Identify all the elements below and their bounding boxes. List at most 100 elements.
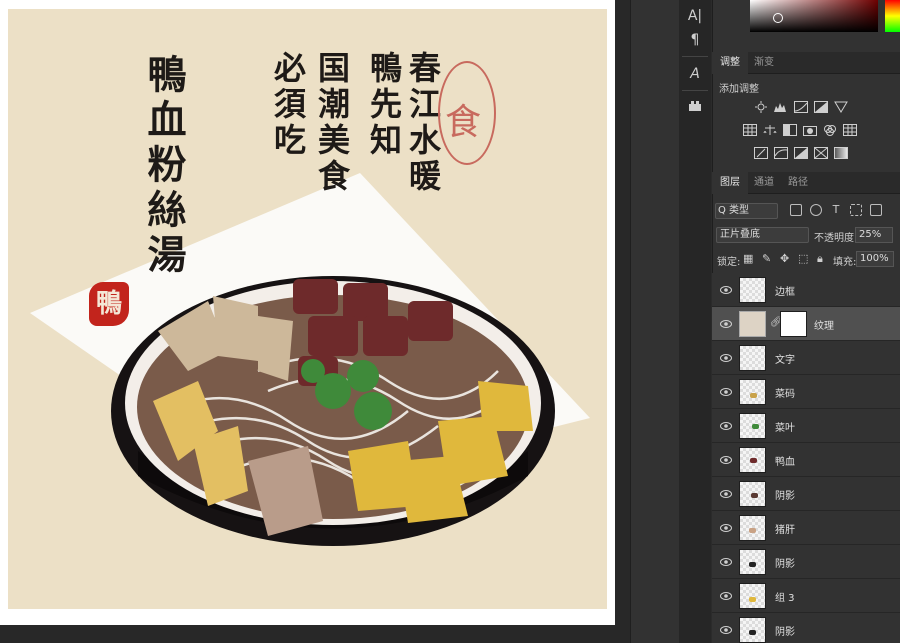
eye-icon[interactable] xyxy=(720,284,732,296)
eye-icon[interactable] xyxy=(720,624,732,636)
lock-artboard-icon[interactable]: ⬚ xyxy=(798,252,808,265)
layer-row[interactable]: 猪肝 xyxy=(712,511,900,545)
layer-thumbnail xyxy=(739,311,766,337)
layer-row[interactable]: 文字 xyxy=(712,341,900,375)
eye-icon[interactable] xyxy=(720,318,732,330)
layer-thumbnail xyxy=(739,345,766,371)
tab-layers[interactable]: 图层 xyxy=(712,172,748,194)
character-panel-icon[interactable]: A| xyxy=(680,4,710,28)
lock-transparency-icon[interactable]: ▦ xyxy=(743,252,753,265)
color-balance-icon[interactable] xyxy=(763,124,777,136)
layer-thumbnail xyxy=(739,481,766,507)
lock-label: 锁定: xyxy=(717,257,741,268)
tool-options-strip xyxy=(630,0,679,643)
photoshop-window: 鴨血粉絲湯 春江水暖 鴨先知 国潮美食 必須吃 食 鴨 A| ¶ A 调整 渐变… xyxy=(0,0,900,643)
adjustment-filter-icon[interactable] xyxy=(810,204,822,216)
layer-row[interactable]: 边框 xyxy=(712,273,900,307)
lock-position-icon[interactable]: ✥ xyxy=(780,252,789,265)
layer-row[interactable]: 阴影 xyxy=(712,545,900,579)
vibrance-icon[interactable] xyxy=(834,101,848,113)
artboard[interactable]: 鴨血粉絲湯 春江水暖 鴨先知 国潮美食 必須吃 食 鴨 xyxy=(0,0,615,625)
paragraph-panel-icon[interactable]: ¶ xyxy=(680,28,710,52)
black-white-icon[interactable] xyxy=(783,124,797,136)
eye-icon[interactable] xyxy=(720,420,732,432)
color-lookup-icon[interactable] xyxy=(843,124,857,136)
layer-row-selected[interactable]: 🔗︎ 纹理 xyxy=(712,307,900,341)
layer-name: 鸭血 xyxy=(775,457,795,468)
soup-bowl-illustration xyxy=(111,276,555,546)
color-picker-field[interactable] xyxy=(750,0,878,32)
opacity-input[interactable]: 25% xyxy=(855,227,893,243)
layer-name: 纹理 xyxy=(814,321,834,332)
layer-thumbnail xyxy=(739,379,766,405)
layer-thumbnail xyxy=(739,447,766,473)
layer-row[interactable]: 菜码 xyxy=(712,375,900,409)
eye-icon[interactable] xyxy=(720,488,732,500)
color-picker-cursor[interactable] xyxy=(773,13,783,23)
fill-label: 填充: xyxy=(833,257,857,268)
food-seal: 食 xyxy=(438,61,496,165)
layer-row[interactable]: 组 3 xyxy=(712,579,900,613)
layer-name: 菜码 xyxy=(775,389,795,400)
layers-list: 边框 🔗︎ 纹理 文字 菜码 菜叶 鸭血 阴影 猪肝 阴影 组 3 阴影 xyxy=(712,273,900,643)
invert-icon[interactable] xyxy=(754,147,768,159)
lock-image-icon[interactable]: ✎ xyxy=(762,252,771,265)
poem-line-2: 鴨先知 xyxy=(365,51,403,159)
poem-line-4: 必須吃 xyxy=(269,51,307,159)
eye-icon[interactable] xyxy=(720,590,732,602)
curves-icon[interactable] xyxy=(794,101,808,113)
artwork-background: 鴨血粉絲湯 春江水暖 鴨先知 国潮美食 必須吃 食 鴨 xyxy=(8,9,607,609)
layers-tabbar: 图层 通道 路径 xyxy=(712,172,900,194)
layer-thumbnail xyxy=(739,549,766,575)
hue-slider[interactable] xyxy=(885,0,900,32)
glyphs-panel-icon[interactable]: A xyxy=(680,62,710,86)
tool-divider xyxy=(682,90,708,91)
hue-saturation-icon[interactable] xyxy=(743,124,757,136)
brightness-contrast-icon[interactable] xyxy=(754,101,768,113)
poem-line-3: 国潮美食 xyxy=(313,51,351,195)
eye-icon[interactable] xyxy=(720,522,732,534)
eye-icon[interactable] xyxy=(720,454,732,466)
layer-thumbnail xyxy=(739,583,766,609)
layer-row[interactable]: 阴影 xyxy=(712,477,900,511)
layer-mask-thumbnail[interactable] xyxy=(780,311,807,337)
eye-icon[interactable] xyxy=(720,352,732,364)
blend-mode-select[interactable]: 正片叠底 xyxy=(716,227,809,243)
layer-filter-select[interactable]: Q 类型 xyxy=(715,203,778,219)
layer-name: 边框 xyxy=(775,287,795,298)
artwork-title: 鴨血粉絲湯 xyxy=(141,54,187,279)
eye-icon[interactable] xyxy=(720,386,732,398)
levels-icon[interactable] xyxy=(773,101,787,113)
lock-all-icon[interactable]: 🔒︎ xyxy=(817,252,823,266)
tab-channels[interactable]: 通道 xyxy=(746,172,782,194)
tool-divider xyxy=(682,56,708,57)
tab-gradients[interactable]: 渐变 xyxy=(746,52,782,74)
gradient-map-icon[interactable] xyxy=(834,147,848,159)
layer-row[interactable]: 鸭血 xyxy=(712,443,900,477)
pixel-filter-icon[interactable] xyxy=(790,204,802,216)
adjustments-tabbar: 调整 渐变 xyxy=(712,52,900,74)
exposure-icon[interactable] xyxy=(814,101,828,113)
canvas-area[interactable]: 鴨血粉絲湯 春江水暖 鴨先知 国潮美食 必須吃 食 鴨 xyxy=(0,0,630,643)
layer-name: 猪肝 xyxy=(775,525,795,536)
posterize-icon[interactable] xyxy=(774,147,788,159)
properties-panel-icon[interactable] xyxy=(680,95,710,119)
opacity-label: 不透明度: xyxy=(814,233,858,244)
shape-filter-icon[interactable] xyxy=(850,204,862,216)
add-adjustment-label: 添加调整 xyxy=(719,84,759,95)
layer-row[interactable]: 菜叶 xyxy=(712,409,900,443)
layer-name: 文字 xyxy=(775,355,795,366)
layer-thumbnail xyxy=(739,277,766,303)
smart-object-filter-icon[interactable] xyxy=(870,204,882,216)
tab-adjustments[interactable]: 调整 xyxy=(712,52,748,74)
tab-paths[interactable]: 路径 xyxy=(780,172,816,194)
photo-filter-icon[interactable] xyxy=(803,124,817,136)
type-filter-icon[interactable]: T xyxy=(830,204,842,216)
eye-icon[interactable] xyxy=(720,556,732,568)
threshold-icon[interactable] xyxy=(794,147,808,159)
layer-name: 阴影 xyxy=(775,627,795,638)
selective-color-icon[interactable] xyxy=(814,147,828,159)
fill-input[interactable]: 100% xyxy=(856,251,894,267)
layer-row[interactable]: 阴影 xyxy=(712,613,900,643)
channel-mixer-icon[interactable] xyxy=(823,124,837,136)
